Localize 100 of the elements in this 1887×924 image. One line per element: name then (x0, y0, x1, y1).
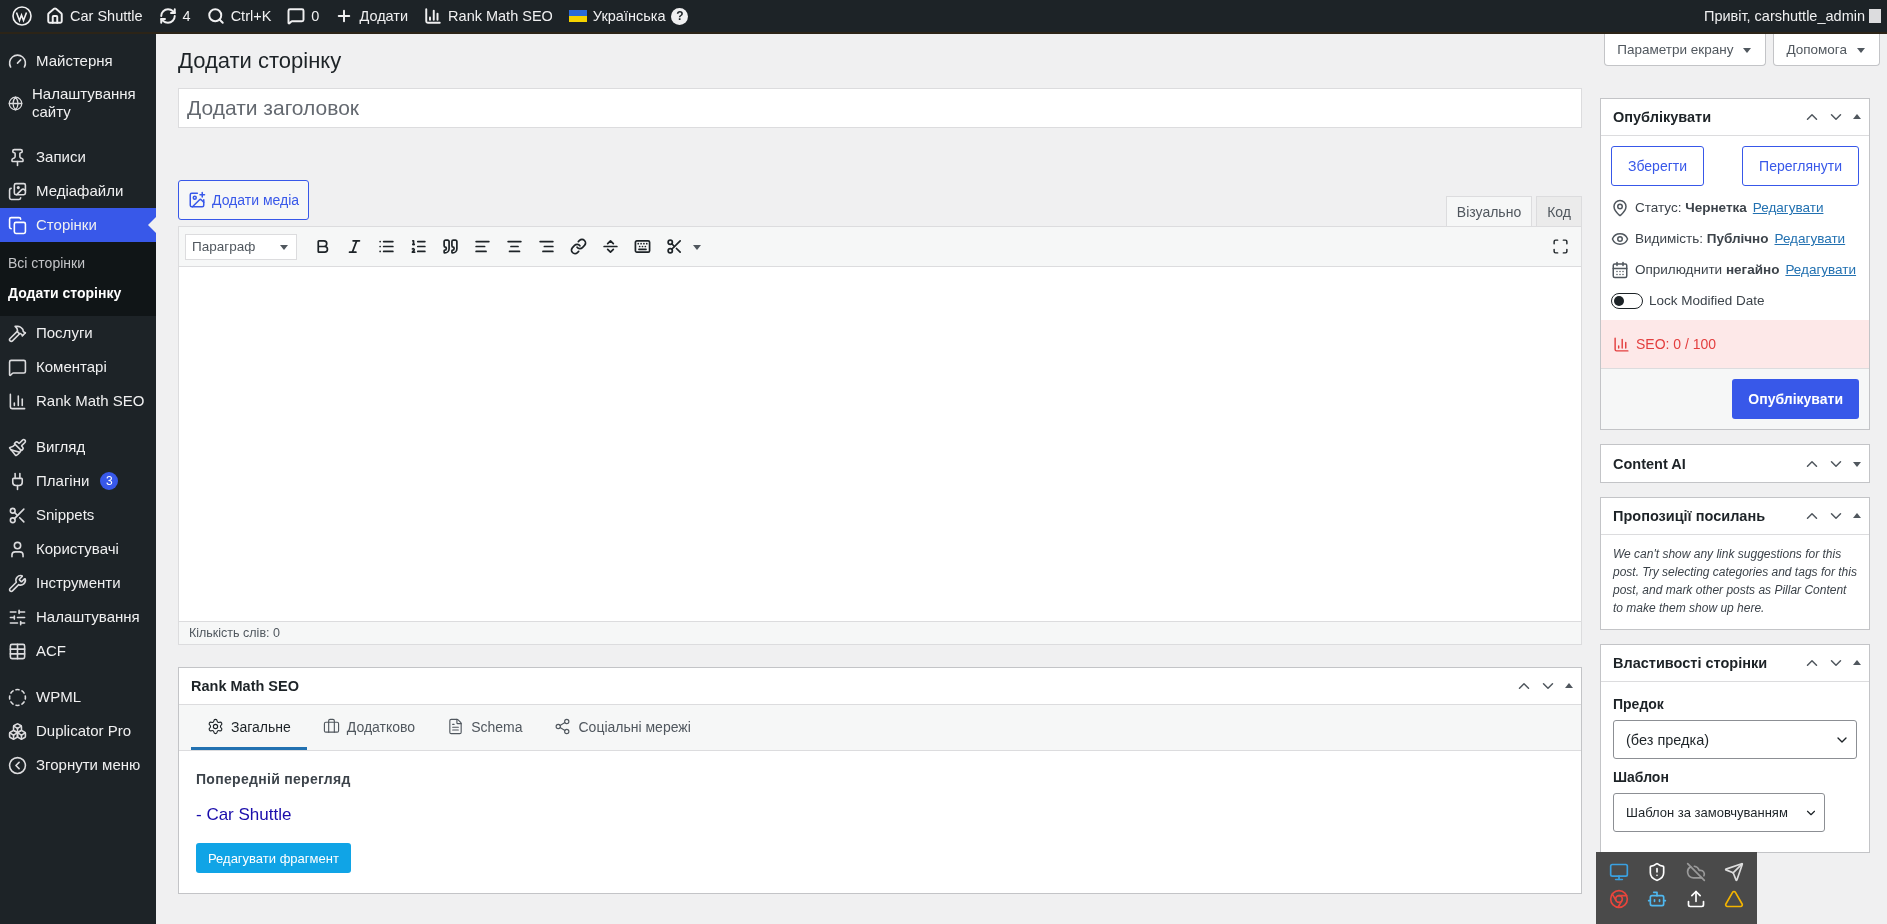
field-label: Шаблон (1613, 769, 1670, 785)
format-select[interactable]: Параграф (185, 233, 297, 260)
search-icon (206, 7, 225, 25)
help-badge: ? (671, 7, 689, 25)
menu-item[interactable]: Майстерня (0, 44, 156, 78)
menu-item[interactable]: Записи (0, 140, 156, 174)
template-select[interactable]: Шаблон за замовчуванням (1613, 793, 1825, 832)
menu-item[interactable]: Snippets (0, 498, 156, 532)
edit-link[interactable]: Редагувати (1785, 262, 1857, 277)
align-right-icon (537, 238, 555, 255)
home-link[interactable]: Car Shuttle (38, 7, 151, 25)
panel-tab[interactable]: Додатково (306, 705, 432, 750)
menu-item[interactable]: WPML (0, 680, 156, 714)
submenu-item[interactable]: Всі сторінки (0, 250, 156, 276)
field-label: Предок (1613, 696, 1665, 712)
new-link[interactable]: Додати (327, 7, 417, 25)
search-link[interactable]: Ctrl+K (198, 7, 280, 25)
home-icon (46, 7, 64, 25)
menu-item[interactable]: Налаштування (0, 600, 156, 634)
gear-icon (207, 718, 224, 735)
page-title: Додати сторінку (178, 48, 343, 74)
brush-icon (8, 437, 27, 457)
menu-item[interactable]: Медіафайли (0, 174, 156, 208)
parent-select[interactable]: (без предка) (1613, 720, 1857, 759)
comments-icon (287, 7, 306, 25)
scissors-icon (8, 505, 27, 525)
menu-item[interactable]: Інструменти (0, 566, 156, 600)
logo-icon[interactable] (12, 6, 32, 26)
submenu-item[interactable]: Додати сторінку (0, 280, 156, 306)
shield-icon[interactable] (1647, 861, 1668, 882)
user-icon (8, 539, 27, 559)
media-icon (188, 191, 206, 209)
editor-tab[interactable]: Код (1536, 196, 1582, 226)
collapse-icon (8, 755, 27, 775)
align-center-icon (505, 238, 523, 255)
updates-link[interactable]: 4 (150, 7, 199, 25)
more-icon (601, 238, 619, 255)
share-icon (554, 718, 572, 735)
preview-heading: Попередній перегляд (196, 771, 351, 787)
menu-item[interactable]: Налаштування сайту (0, 78, 156, 128)
save-button[interactable]: Зберегти (1611, 146, 1704, 186)
pin-icon (1611, 198, 1629, 217)
panel-title: Властивості сторінки (1613, 655, 1769, 671)
menu-item[interactable]: Коментарі (0, 350, 156, 384)
menu-item[interactable]: Duplicator Pro (0, 714, 156, 748)
quote-icon (441, 238, 459, 255)
dashboard-icon (8, 51, 27, 71)
menu-item[interactable]: Rank Math SEO (0, 384, 156, 418)
doc-icon (447, 718, 465, 735)
align-left-icon (473, 238, 491, 255)
hammer-icon (8, 323, 27, 343)
wrench-icon (8, 573, 27, 593)
lock-toggle[interactable] (1611, 292, 1643, 309)
preview-title[interactable]: - Car Shuttle (196, 805, 292, 825)
calendar-icon (1611, 260, 1629, 279)
greeting-text[interactable]: Привіт, carshuttle_admin (1703, 8, 1869, 24)
menu-item[interactable]: ACF (0, 634, 156, 668)
panel-title: Опублікувати (1613, 109, 1713, 125)
media-icon (8, 181, 27, 201)
send-icon[interactable] (1723, 861, 1744, 882)
publish-button[interactable]: Опублікувати (1732, 379, 1859, 419)
avatar-icon (1869, 9, 1881, 23)
panel-title: Rank Math SEO (191, 678, 300, 694)
publish-info: Статус: Чернетка (1635, 200, 1747, 215)
preview-button[interactable]: Переглянути (1742, 146, 1859, 186)
keyboard-icon (633, 238, 651, 255)
language-switcher[interactable]: Українська ? (560, 7, 697, 25)
pin-icon (8, 147, 27, 167)
menu-item[interactable]: Згорнути меню (0, 748, 156, 782)
word-count: Кількість слів: 0 (179, 621, 1581, 644)
scissors-icon (665, 238, 683, 255)
screen-meta-button[interactable]: Допомога (1773, 34, 1880, 66)
panel-tab[interactable]: Загальне (191, 705, 307, 750)
toggle-label: Lock Modified Date (1649, 293, 1765, 308)
menu-item[interactable]: Плагіни 3 (0, 464, 156, 498)
edit-link[interactable]: Редагувати (1752, 200, 1824, 215)
menu-item[interactable]: Послуги (0, 316, 156, 350)
title-field[interactable]: Додати заголовок (178, 88, 1582, 128)
menu-item[interactable]: Сторінки (0, 208, 156, 242)
add-media-button[interactable]: Додати медіа (178, 180, 310, 220)
menu-item[interactable]: Вигляд (0, 430, 156, 464)
upload-icon[interactable] (1685, 888, 1706, 909)
monitor-icon[interactable] (1609, 861, 1630, 882)
panel-tab[interactable]: Соціальні мережі (538, 705, 707, 750)
comments-link[interactable]: 0 (279, 7, 328, 25)
rankmath-link[interactable]: Rank Math SEO (416, 7, 561, 25)
editor-tab[interactable]: Візуально (1445, 196, 1533, 226)
pages-icon (8, 215, 27, 235)
panel-title: Content AI (1613, 455, 1687, 472)
briefcase-icon (322, 718, 340, 735)
updates-icon (158, 7, 177, 25)
screen-meta-button[interactable]: Параметри екрану (1604, 34, 1767, 66)
publish-info: Видимість: Публічно (1635, 231, 1769, 246)
bullets-icon (377, 238, 395, 255)
panel-tab[interactable]: Schema (431, 705, 539, 750)
edit-link[interactable]: Редагувати (1774, 231, 1846, 246)
panel-title: Пропозиції посилань (1613, 508, 1767, 524)
cloud-off-icon[interactable] (1685, 861, 1706, 882)
sliders-icon (8, 607, 27, 627)
menu-item[interactable]: Користувачі (0, 532, 156, 566)
